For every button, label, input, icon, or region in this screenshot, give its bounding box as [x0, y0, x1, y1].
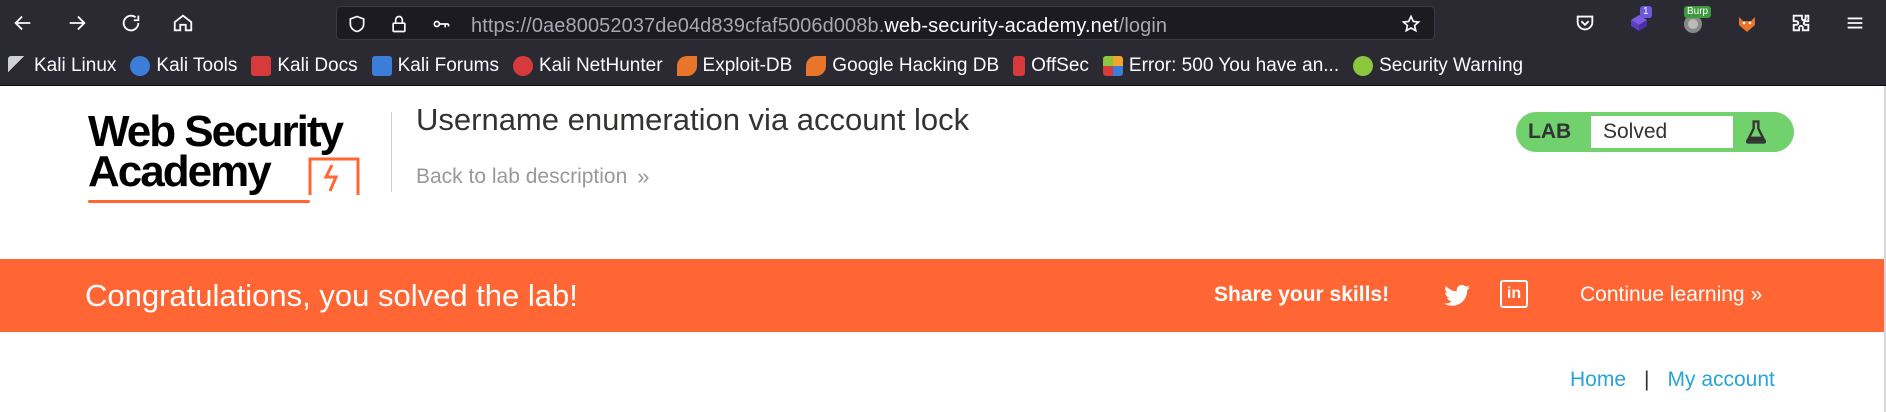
- back-to-lab-description-link[interactable]: Back to lab description »: [416, 164, 650, 190]
- bookmark-label: Kali Tools: [156, 54, 238, 76]
- solved-banner: Congratulations, you solved the lab! Sha…: [0, 259, 1886, 332]
- lab-label: LAB: [1528, 120, 1572, 143]
- account-nav: Home | My account: [1570, 368, 1775, 392]
- forward-arrow-icon[interactable]: [62, 8, 92, 38]
- hamburger-menu-icon[interactable]: [1840, 8, 1870, 38]
- home-link[interactable]: Home: [1570, 368, 1626, 392]
- lock-icon[interactable]: [389, 14, 409, 34]
- home-icon[interactable]: [168, 8, 198, 38]
- logo-underline: [88, 200, 310, 203]
- bookmark-kali-docs[interactable]: Kali Docs: [251, 54, 358, 77]
- bookmark-exploit-db[interactable]: Exploit-DB: [676, 54, 793, 77]
- bookmark-label: Security Warning: [1379, 54, 1524, 76]
- reload-icon[interactable]: [116, 8, 146, 38]
- pocket-icon[interactable]: [1570, 8, 1600, 38]
- bookmarks-toolbar: Kali Linux Kali Tools Kali Docs Kali For…: [0, 46, 1886, 86]
- bookmark-label: Kali NetHunter: [538, 54, 663, 76]
- double-chevron-right-icon: »: [637, 164, 650, 189]
- shield-icon[interactable]: [347, 14, 367, 34]
- url-path: /login: [1118, 15, 1168, 37]
- joomla-icon: [1102, 55, 1123, 76]
- exploit-db-icon: [676, 55, 697, 76]
- address-bar[interactable]: https://0ae80052037de04d839cfaf5006d008b…: [336, 6, 1435, 40]
- bookmark-label: Kali Docs: [277, 54, 358, 76]
- bookmark-kali-tools[interactable]: Kali Tools: [130, 55, 237, 77]
- my-account-link[interactable]: My account: [1668, 368, 1775, 392]
- logo-line2: Academy: [88, 147, 272, 196]
- bookmark-label: Kali Linux: [34, 54, 117, 76]
- bookmark-offsec[interactable]: OffSec: [1013, 55, 1089, 77]
- double-chevron-right-icon: »: [1750, 283, 1763, 306]
- bookmark-label: Google Hacking DB: [832, 54, 1000, 76]
- extension-icon[interactable]: 1: [1624, 6, 1654, 38]
- bookmark-label: OffSec: [1031, 54, 1089, 76]
- bookmark-kali-forums[interactable]: Kali Forums: [371, 54, 499, 77]
- linkedin-icon[interactable]: in: [1500, 280, 1528, 308]
- foxyproxy-icon[interactable]: [1732, 8, 1762, 38]
- nav-separator: |: [1644, 368, 1650, 391]
- bookmark-label: Exploit-DB: [702, 54, 793, 76]
- header-divider: [391, 112, 392, 192]
- bookmark-label: Kali Forums: [397, 54, 499, 76]
- twitter-icon[interactable]: [1442, 281, 1472, 309]
- bookmark-kali-nethunter[interactable]: Kali NetHunter: [512, 54, 663, 77]
- extension-badge: 1: [1640, 6, 1652, 18]
- bookmark-error-500[interactable]: Error: 500 You have an...: [1102, 54, 1340, 77]
- url-prefix: https://0ae80052037de04d839cfaf5006d008b…: [471, 15, 885, 37]
- page-content: Web Security Academy Username enumeratio…: [0, 86, 1886, 412]
- congrats-message: Congratulations, you solved the lab!: [85, 278, 578, 313]
- burp-badge: Burp: [1684, 6, 1712, 18]
- lab-status-text: Solved: [1590, 115, 1734, 149]
- bookmark-label: Error: 500 You have an...: [1128, 54, 1340, 76]
- bookmark-security-warning[interactable]: Security Warning: [1353, 55, 1523, 77]
- ghdb-icon: [806, 55, 827, 76]
- permissions-icon[interactable]: [431, 14, 451, 34]
- lab-title: Username enumeration via account lock: [416, 102, 970, 137]
- kali-dragon-icon: [8, 55, 28, 76]
- web-security-academy-logo[interactable]: Web Security Academy: [88, 110, 388, 210]
- burp-extension-icon[interactable]: Burp: [1678, 6, 1712, 38]
- bookmark-kali-linux[interactable]: Kali Linux: [8, 55, 116, 77]
- url-host: web-security-academy.net: [884, 15, 1119, 37]
- share-label: Share your skills!: [1214, 283, 1390, 306]
- continue-learning-link[interactable]: Continue learning »: [1580, 283, 1762, 307]
- back-link-label: Back to lab description: [416, 165, 628, 188]
- security-warning-icon: [1353, 55, 1374, 76]
- extensions-puzzle-icon[interactable]: [1786, 8, 1816, 38]
- browser-toolbar: https://0ae80052037de04d839cfaf5006d008b…: [0, 0, 1886, 46]
- bookmark-google-hacking-db[interactable]: Google Hacking DB: [806, 55, 999, 77]
- kali-docs-icon: [251, 55, 272, 76]
- star-bookmark-icon[interactable]: [1401, 14, 1421, 34]
- lab-status-widget: LAB Solved: [1516, 112, 1794, 152]
- logo-mark-icon: [308, 157, 360, 195]
- continue-learning-label: Continue learning: [1580, 283, 1745, 306]
- back-arrow-icon[interactable]: [8, 8, 38, 38]
- offsec-icon: [1013, 55, 1026, 76]
- url-text[interactable]: https://0ae80052037de04d839cfaf5006d008b…: [471, 15, 1167, 38]
- kali-tools-icon: [130, 55, 151, 76]
- kali-forums-icon: [371, 55, 392, 76]
- flask-icon: [1745, 120, 1767, 144]
- nethunter-icon: [512, 55, 533, 76]
